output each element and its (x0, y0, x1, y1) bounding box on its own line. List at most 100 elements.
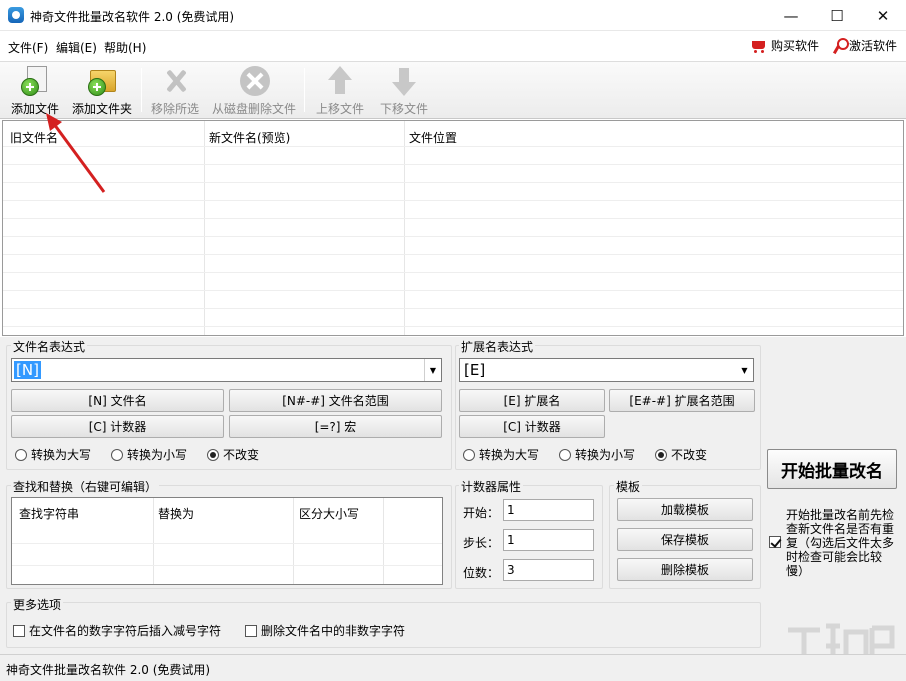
row-line (12, 543, 442, 544)
find-replace-table[interactable]: 查找字符串 替换为 区分大小写 (11, 497, 443, 585)
insert-name-range-button[interactable]: [N#-#] 文件名范围 (229, 389, 442, 412)
delete-from-disk-button[interactable]: 从磁盘删除文件 (210, 64, 298, 118)
arrow-down-icon (388, 64, 420, 98)
list-row-line (3, 236, 903, 237)
radio-circle (111, 448, 123, 461)
add-folder-label: 添加文件夹 (71, 102, 132, 116)
menu-help[interactable]: 帮助(H) (104, 39, 146, 56)
radio-label: 转换为小写 (127, 448, 188, 462)
list-row-line (3, 308, 903, 309)
menu-bar: 文件(F) 编辑(E) 帮助(H) 购买软件 激活软件 (0, 31, 906, 61)
filename-expression-combo[interactable]: [N] ▼ (11, 358, 442, 382)
delete-template-button[interactable]: 删除模板 (617, 558, 753, 581)
template-title: 模板 (614, 478, 643, 495)
insert-extension-button[interactable]: [E] 扩展名 (459, 389, 605, 412)
counter-start-label: 开始： (463, 506, 500, 520)
column-case-sensitive[interactable]: 区分大小写 (299, 505, 359, 522)
window-title: 神奇文件批量改名软件 2.0 (免费试用) (30, 10, 235, 24)
remove-icon (159, 64, 191, 98)
maximize-button[interactable]: ☐ (814, 0, 860, 31)
counter-step-label: 步长： (463, 536, 500, 550)
toolbar-separator (304, 68, 305, 112)
save-template-button[interactable]: 保存模板 (617, 528, 753, 551)
insert-counter-button[interactable]: [C] 计数器 (11, 415, 224, 438)
filename-expression-title: 文件名表达式 (11, 338, 88, 355)
checkbox (245, 624, 257, 637)
toolbar-separator (141, 68, 142, 112)
radio-circle (15, 448, 27, 461)
insert-ext-counter-button[interactable]: [C] 计数器 (459, 415, 605, 438)
move-down-label: 下移文件 (379, 102, 428, 116)
insert-macro-button[interactable]: [=?] 宏 (229, 415, 442, 438)
remove-nondigit-option[interactable]: 删除文件名中的非数字字符 (245, 622, 405, 639)
counter-start-input[interactable]: 1 (503, 499, 594, 521)
checkbox (13, 624, 25, 637)
activate-software-link[interactable]: 激活软件 (832, 37, 897, 54)
more-options-title: 更多选项 (11, 596, 64, 613)
column-replace[interactable]: 替换为 (158, 505, 194, 522)
counter-step-input[interactable]: 1 (503, 529, 594, 551)
cart-icon (750, 38, 768, 54)
list-row-line (3, 146, 903, 147)
insert-dash-option[interactable]: 在文件名的数字字符后插入减号字符 (13, 622, 221, 639)
status-text: 神奇文件批量改名软件 2.0 (免费试用) (6, 663, 211, 677)
filename-nochange-radio[interactable]: 不改变 (207, 446, 259, 463)
extension-expression-combo[interactable]: [E] ▼ (459, 358, 754, 382)
filename-lowercase-radio[interactable]: 转换为小写 (111, 446, 187, 463)
move-down-button[interactable]: 下移文件 (376, 64, 432, 118)
app-icon (8, 7, 24, 23)
close-button[interactable]: ✕ (860, 0, 906, 31)
list-row-line (3, 326, 903, 327)
column-divider (383, 498, 384, 584)
column-divider (293, 498, 294, 584)
file-list[interactable]: 旧文件名 新文件名(预览) 文件位置 (2, 120, 904, 336)
add-file-icon (19, 64, 51, 98)
add-folder-button[interactable]: 添加文件夹 (68, 64, 136, 118)
add-file-button[interactable]: 添加文件 (8, 64, 62, 118)
remove-selected-label: 移除所选 (150, 102, 199, 116)
radio-label: 不改变 (671, 448, 708, 462)
arrow-up-icon (324, 64, 356, 98)
radio-label: 转换为小写 (575, 448, 636, 462)
add-file-label: 添加文件 (10, 102, 59, 116)
counter-digits-label: 位数： (463, 566, 500, 580)
move-up-button[interactable]: 上移文件 (312, 64, 368, 118)
filename-expression-value: [N] (14, 361, 41, 379)
minimize-button[interactable]: — (768, 0, 814, 31)
check-duplicates-checkbox[interactable] (769, 536, 781, 548)
toolbar: 添加文件 添加文件夹 移除所选 从磁盘删除文件 上移文件 下移文件 (0, 61, 906, 119)
menu-edit[interactable]: 编辑(E) (56, 39, 97, 56)
radio-label: 转换为大写 (479, 448, 540, 462)
list-row-line (3, 272, 903, 273)
start-rename-button[interactable]: 开始批量改名 (767, 449, 897, 489)
filename-uppercase-radio[interactable]: 转换为大写 (15, 446, 91, 463)
extension-nochange-radio[interactable]: 不改变 (655, 446, 707, 463)
find-replace-title: 查找和替换（右键可编辑） (11, 478, 160, 495)
column-divider (153, 498, 154, 584)
column-new-name[interactable]: 新文件名(预览) (209, 129, 290, 146)
column-location[interactable]: 文件位置 (409, 129, 457, 146)
insert-name-button[interactable]: [N] 文件名 (11, 389, 224, 412)
buy-software-link[interactable]: 购买软件 (750, 37, 819, 54)
extension-uppercase-radio[interactable]: 转换为大写 (463, 446, 539, 463)
radio-circle (559, 448, 571, 461)
chevron-down-icon[interactable]: ▼ (424, 359, 441, 381)
column-find[interactable]: 查找字符串 (19, 505, 79, 522)
menu-file[interactable]: 文件(F) (8, 39, 48, 56)
load-template-button[interactable]: 加载模板 (617, 498, 753, 521)
list-row-line (3, 290, 903, 291)
title-bar: 神奇文件批量改名软件 2.0 (免费试用) — ☐ ✕ (0, 0, 906, 31)
insert-extension-range-button[interactable]: [E#-#] 扩展名范围 (609, 389, 755, 412)
column-old-name[interactable]: 旧文件名 (10, 129, 58, 146)
remove-selected-button[interactable]: 移除所选 (148, 64, 202, 118)
extension-lowercase-radio[interactable]: 转换为小写 (559, 446, 635, 463)
list-row-line (3, 182, 903, 183)
list-row-line (3, 218, 903, 219)
radio-circle (207, 448, 219, 461)
delete-from-disk-label: 从磁盘删除文件 (211, 102, 296, 116)
chevron-down-icon[interactable]: ▼ (736, 359, 753, 381)
status-bar: 神奇文件批量改名软件 2.0 (免费试用) (0, 654, 906, 681)
counter-digits-input[interactable]: 3 (503, 559, 594, 581)
radio-circle (463, 448, 475, 461)
extension-expression-value: [E] (464, 361, 486, 379)
